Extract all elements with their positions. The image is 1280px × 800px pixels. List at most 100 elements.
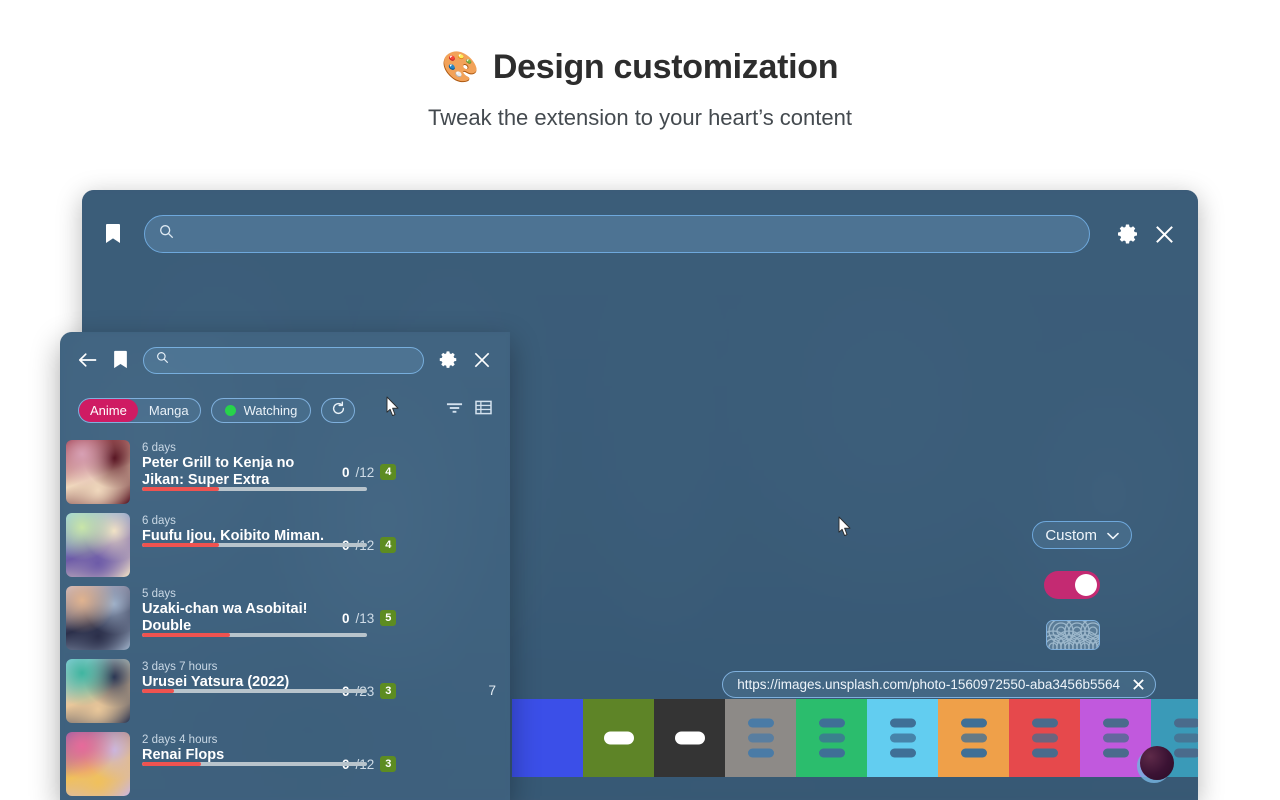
- back-arrow-icon[interactable]: [78, 352, 98, 368]
- anime-episode-progress[interactable]: 0/233: [342, 659, 450, 700]
- anime-score: [462, 513, 496, 537]
- theme-toggle[interactable]: [1044, 571, 1100, 599]
- list-view-icon[interactable]: [475, 400, 492, 420]
- swatch-line: [889, 733, 916, 743]
- swatch-lines-icon: [1102, 718, 1129, 758]
- anime-score: [462, 440, 496, 464]
- chevron-down-icon: [1107, 527, 1119, 544]
- swatch-pill-icon: [674, 731, 705, 745]
- page-header: 🎨 Design customization Tweak the extensi…: [0, 0, 1280, 131]
- anime-progress-bar: [142, 543, 367, 548]
- gear-icon[interactable]: [1116, 223, 1139, 246]
- episodes-watched: 0: [342, 464, 350, 480]
- background-url-field[interactable]: https://images.unsplash.com/photo-156097…: [722, 671, 1156, 698]
- anime-list-item[interactable]: 2 days 4 hoursRenai Flops0/123: [60, 724, 510, 797]
- swatch-lines-icon: [818, 718, 845, 758]
- theme-swatch-red[interactable]: [1009, 699, 1080, 777]
- anime-list-window: Anime Manga Watching 6 days Peter Grill …: [60, 332, 510, 800]
- user-avatar[interactable]: [1140, 746, 1174, 780]
- episodes-behind-badge: 4: [380, 464, 397, 481]
- overlay-search-input[interactable]: [176, 353, 411, 367]
- theme-swatch-dark[interactable]: [654, 699, 725, 777]
- refresh-button[interactable]: [321, 397, 356, 423]
- theme-swatch-strip: [512, 699, 1198, 777]
- swatch-lines-icon: [889, 718, 916, 758]
- swatch-line: [1102, 718, 1129, 728]
- anime-cover-thumbnail[interactable]: [66, 513, 130, 577]
- anime-list[interactable]: 6 days Peter Grill to Kenja no Jikan: Sup…: [60, 432, 510, 800]
- refresh-icon: [331, 401, 346, 419]
- gear-icon[interactable]: [438, 350, 458, 370]
- anime-airing-countdown: 2 days 4 hours: [142, 734, 218, 746]
- search-icon: [156, 351, 169, 369]
- anime-item-main: 6 days Peter Grill to Kenja no Jikan: Sup…: [142, 440, 367, 493]
- search-bar[interactable]: [144, 215, 1090, 253]
- swatch-line: [747, 718, 774, 728]
- episodes-behind-badge: 3: [380, 683, 397, 700]
- anime-progress-bar: [142, 689, 367, 694]
- anime-list-item[interactable]: 3 days 7 hoursUrusei Yatsura (2022)0/233…: [60, 651, 510, 724]
- background-url-value: https://images.unsplash.com/photo-156097…: [737, 677, 1120, 692]
- anime-cover-thumbnail[interactable]: [66, 732, 130, 796]
- theme-select[interactable]: Custom: [1032, 521, 1132, 549]
- swatch-line: [960, 718, 987, 728]
- swatch-line: [818, 733, 845, 743]
- anime-episode-progress[interactable]: 0/13 5: [342, 586, 450, 627]
- swatch-line: [889, 748, 916, 758]
- episodes-behind-badge: 5: [380, 610, 397, 627]
- page-title-text: Design customization: [492, 48, 839, 86]
- anime-item-main: 5 days Uzaki-chan wa Asobitai! Double: [142, 586, 367, 639]
- bookmark-icon[interactable]: [104, 223, 122, 245]
- media-type-segmented[interactable]: Anime Manga: [78, 397, 201, 423]
- segment-anime[interactable]: Anime: [79, 398, 138, 422]
- swatch-line: [960, 733, 987, 743]
- anime-progress-bar: [142, 487, 367, 492]
- search-input[interactable]: [182, 226, 1075, 242]
- anime-list-item[interactable]: 6 daysFuufu Ijou, Koibito Miman.0/124: [60, 505, 510, 578]
- swatch-line: [1173, 733, 1198, 743]
- anime-progress-bar: [142, 633, 367, 638]
- page-subtitle: Tweak the extension to your heart’s cont…: [428, 105, 852, 130]
- theme-select-value: Custom: [1045, 526, 1097, 544]
- bookmark-icon[interactable]: [112, 350, 129, 370]
- anime-episode-progress[interactable]: 0/123: [342, 732, 450, 773]
- anime-cover-thumbnail[interactable]: [66, 440, 130, 504]
- swatch-line: [747, 733, 774, 743]
- filter-icon[interactable]: [446, 401, 463, 420]
- anime-title: Uzaki-chan wa Asobitai! Double: [142, 601, 308, 635]
- theme-swatch-sky[interactable]: [867, 699, 938, 777]
- swatch-line: [1102, 733, 1129, 743]
- theme-swatch-green[interactable]: [796, 699, 867, 777]
- status-filter-chip[interactable]: Watching: [210, 397, 312, 423]
- swatch-line: [1031, 718, 1058, 728]
- swatch-line: [1173, 718, 1198, 728]
- anime-list-item[interactable]: 5 days Uzaki-chan wa Asobitai! Double 0/13…: [60, 578, 510, 651]
- anime-episode-progress[interactable]: 0/124: [342, 513, 450, 554]
- swatch-line: [818, 748, 845, 758]
- overlay-search-bar[interactable]: [143, 346, 424, 374]
- close-icon[interactable]: [1153, 223, 1176, 246]
- theme-swatch-blue[interactable]: [512, 699, 583, 777]
- anime-list-item[interactable]: 6 days Peter Grill to Kenja no Jikan: Sup…: [60, 432, 510, 505]
- theme-swatch-orange[interactable]: [938, 699, 1009, 777]
- anime-progress-fill: [142, 762, 201, 767]
- swatch-line: [818, 718, 845, 728]
- view-controls: [446, 400, 492, 420]
- swatch-lines-icon: [747, 718, 774, 758]
- anime-cover-thumbnail[interactable]: [66, 586, 130, 650]
- anime-cover-thumbnail[interactable]: [66, 659, 130, 723]
- overlay-topbar: [60, 332, 510, 388]
- anime-progress-bar: [142, 762, 367, 767]
- anime-airing-countdown: 6 days: [142, 515, 176, 527]
- anime-item-main: 2 days 4 hours Renai Flops: [142, 732, 367, 768]
- swatch-line: [1102, 748, 1129, 758]
- segment-manga[interactable]: Manga: [138, 399, 200, 422]
- clear-url-icon[interactable]: [1132, 678, 1145, 691]
- anime-progress-fill: [142, 487, 219, 492]
- close-icon[interactable]: [472, 350, 492, 370]
- seigaiha-pattern-swatch[interactable]: [1046, 620, 1100, 650]
- swatch-line: [960, 748, 987, 758]
- anime-episode-progress[interactable]: 0/124: [342, 440, 450, 481]
- theme-swatch-gray[interactable]: [725, 699, 796, 777]
- theme-swatch-olive[interactable]: [583, 699, 654, 777]
